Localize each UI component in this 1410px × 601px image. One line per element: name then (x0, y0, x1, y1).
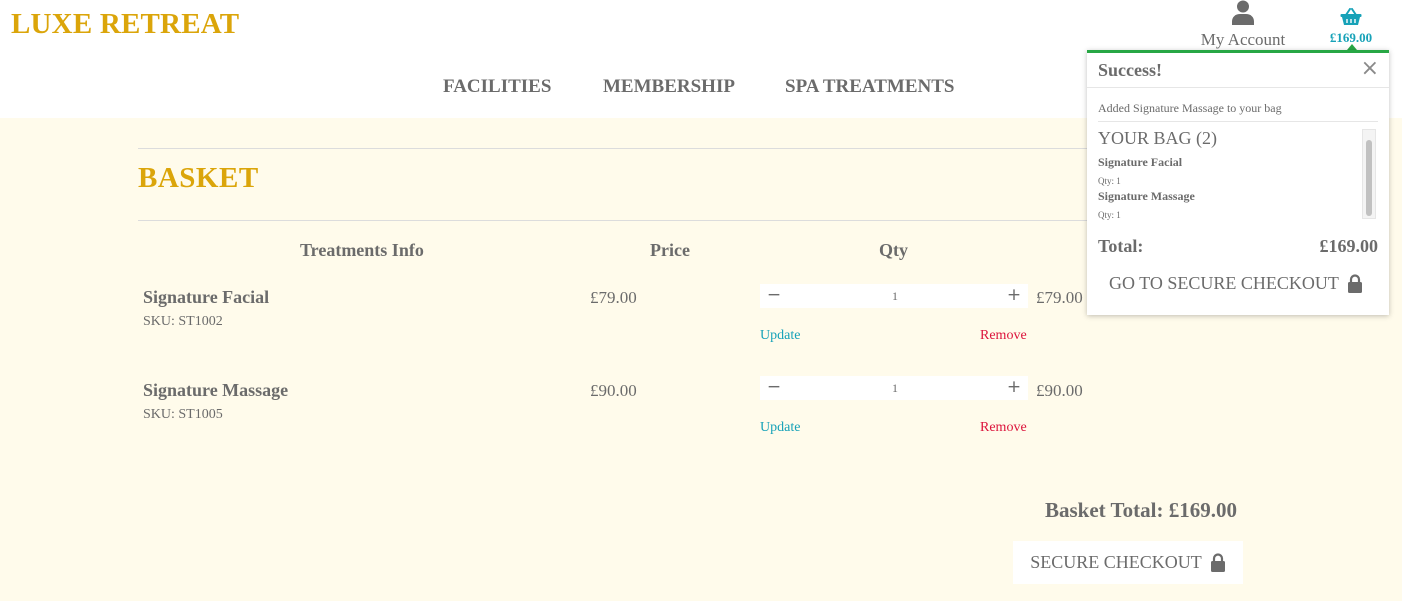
lock-icon (1347, 274, 1362, 293)
close-icon[interactable]: × (1361, 56, 1379, 81)
toast-scrollbar[interactable] (1362, 129, 1376, 219)
toast-scroll-thumb[interactable] (1366, 140, 1372, 216)
page-title: BASKET (138, 162, 259, 194)
toast-bag-title: YOUR BAG (2) (1098, 128, 1217, 148)
toast-checkout-label: GO TO SECURE CHECKOUT (1109, 273, 1339, 293)
toast-header: Success! × (1087, 53, 1389, 88)
basket-icon (1340, 8, 1362, 25)
increment-button[interactable]: + (1002, 376, 1026, 400)
quantity-input[interactable]: 1 (870, 289, 920, 304)
update-link[interactable]: Update (760, 328, 800, 344)
success-toast: Success! × Added Signature Massage to yo… (1087, 50, 1389, 315)
remove-link[interactable]: Remove (980, 420, 1027, 436)
account-label: My Account (1200, 30, 1286, 49)
column-header-info: Treatments Info (300, 240, 424, 260)
toast-bag-list: YOUR BAG (2) Signature Facial Qty: 1 Sig… (1098, 125, 1378, 221)
column-header-qty: Qty (879, 240, 908, 260)
top-divider (138, 148, 1248, 149)
go-to-checkout-button[interactable]: GO TO SECURE CHECKOUT (1109, 273, 1363, 294)
site-logo[interactable]: LUXE RETREAT (11, 8, 239, 41)
toast-divider (1098, 121, 1378, 122)
nav-item-membership[interactable]: MEMBERSHIP (603, 76, 735, 98)
item-price: £90.00 (590, 381, 637, 400)
item-name: Signature Facial (143, 287, 270, 307)
toast-total-value: £169.00 (1319, 236, 1379, 256)
toast-bag-item-qty: Qty: 1 (1098, 210, 1121, 220)
column-header-price: Price (650, 240, 690, 260)
quantity-input[interactable]: 1 (870, 381, 920, 396)
toast-bag-item-qty: Qty: 1 (1098, 176, 1121, 186)
decrement-button[interactable]: − (762, 376, 786, 400)
item-price: £79.00 (590, 288, 637, 307)
item-sku: SKU: ST1002 (143, 314, 223, 329)
toast-bag-item-name: Signature Facial (1098, 155, 1183, 169)
toast-title: Success! (1098, 60, 1162, 80)
nav-item-facilities[interactable]: FACILITIES (443, 76, 551, 98)
toast-total-label: Total: (1098, 236, 1144, 256)
checkout-label: SECURE CHECKOUT (1030, 552, 1202, 572)
toast-bag-item-name: Signature Massage (1098, 189, 1195, 203)
user-icon (1232, 0, 1254, 25)
lock-icon (1210, 553, 1225, 572)
item-sku: SKU: ST1005 (143, 407, 223, 422)
increment-button[interactable]: + (1002, 284, 1026, 308)
basket-total: Basket Total: £169.00 (1045, 498, 1237, 522)
remove-link[interactable]: Remove (980, 328, 1027, 344)
title-divider (138, 220, 1248, 221)
item-subtotal: £79.00 (1036, 288, 1083, 307)
secure-checkout-button[interactable]: SECURE CHECKOUT (1013, 541, 1243, 584)
quantity-stepper: − 1 + (760, 284, 1028, 308)
toast-message: Added Signature Massage to your bag (1098, 101, 1282, 115)
item-subtotal: £90.00 (1036, 381, 1083, 400)
item-name: Signature Massage (143, 380, 289, 400)
decrement-button[interactable]: − (762, 284, 786, 308)
nav-item-spa-treatments[interactable]: SPA TREATMENTS (785, 76, 954, 98)
quantity-stepper: − 1 + (760, 376, 1028, 400)
update-link[interactable]: Update (760, 420, 800, 436)
my-account-link[interactable]: My Account (1196, 0, 1290, 52)
